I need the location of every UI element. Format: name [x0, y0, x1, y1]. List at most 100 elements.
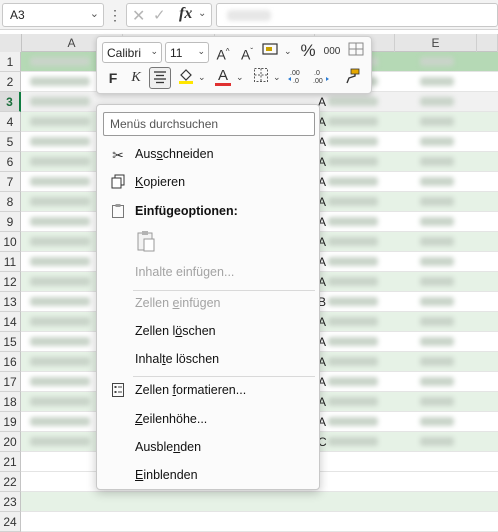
blurred-cell-content [420, 97, 454, 106]
name-box[interactable]: A3 ⌄ [2, 3, 104, 27]
row-header[interactable]: 3 [0, 92, 21, 112]
align-center-button[interactable] [149, 67, 171, 89]
scissors-icon: ✂ [112, 147, 124, 163]
menu-item-unhide-label: Einblenden [135, 468, 198, 482]
table-row[interactable] [21, 492, 498, 511]
row-header[interactable]: 4 [0, 112, 21, 132]
table-row[interactable] [21, 512, 498, 531]
grow-font-icon[interactable]: A^ [212, 41, 234, 63]
row-header[interactable]: 5 [0, 132, 21, 152]
bold-button[interactable]: F [102, 67, 124, 89]
blurred-cell-content [420, 117, 454, 126]
column-header-f[interactable] [477, 34, 498, 52]
svg-text:.0: .0 [314, 70, 320, 77]
confirm-icon[interactable]: ✓ [153, 6, 166, 24]
menu-item-delete-cells-label: Zellen löschen [135, 324, 216, 338]
menu-item-cut[interactable]: ✂ Ausschneiden [98, 142, 320, 168]
menu-search-input[interactable]: Menüs durchsuchen [103, 112, 315, 136]
more-options-icon[interactable]: ⋮ [108, 4, 122, 26]
font-name-value: Calibri [107, 46, 142, 60]
row-header[interactable]: 7 [0, 172, 21, 192]
menu-item-copy[interactable]: Kopieren [98, 170, 320, 196]
blurred-cell-content [328, 297, 378, 306]
menu-item-clear-contents[interactable]: Inhalte löschen [98, 347, 320, 373]
decrease-decimal-icon[interactable]: .0.00 [310, 67, 332, 89]
row-header[interactable]: 19 [0, 412, 21, 432]
font-size-value: 11 [170, 46, 183, 60]
blurred-cell-content [420, 377, 454, 386]
percent-style-icon[interactable]: % [297, 40, 319, 62]
row-header[interactable]: 6 [0, 152, 21, 172]
formula-input[interactable] [216, 3, 498, 27]
insert-function-icon[interactable]: fx [179, 5, 192, 23]
shrink-font-icon[interactable]: Aˇ [236, 41, 258, 63]
menu-item-row-height[interactable]: Zeilenhöhe... [98, 407, 320, 433]
merge-center-icon[interactable] [345, 41, 367, 63]
menu-item-hide-label: Ausblenden [135, 440, 202, 454]
row-header[interactable]: 24 [0, 512, 21, 532]
format-painter-icon[interactable] [341, 67, 363, 89]
blurred-cell-content [420, 177, 454, 186]
blurred-cell-content [328, 257, 378, 266]
row-header[interactable]: 22 [0, 472, 21, 492]
row-header[interactable]: 13 [0, 292, 21, 312]
row-header[interactable]: 23 [0, 492, 21, 512]
row-header[interactable]: 9 [0, 212, 21, 232]
row-header[interactable]: 14 [0, 312, 21, 332]
menu-item-delete-cells[interactable]: Zellen löschen [98, 319, 320, 345]
menu-item-paste-special[interactable]: Inhalte einfügen... [98, 260, 320, 286]
paste-option-clipboard-icon[interactable] [135, 229, 157, 253]
increase-decimal-icon[interactable]: .00.0 [286, 67, 308, 89]
chevron-down-icon: ⌄ [197, 46, 205, 56]
blurred-cell-content [30, 337, 90, 346]
cancel-icon[interactable]: ✕ [132, 6, 145, 26]
row-header[interactable]: 11 [0, 252, 21, 272]
menu-item-format-cells[interactable]: Zellen formatieren... [98, 378, 320, 404]
chevron-down-icon[interactable]: ⌄ [273, 72, 281, 83]
font-size-select[interactable]: 11 ⌄ [165, 42, 209, 63]
blurred-cell-content [420, 417, 454, 426]
comma-style-icon[interactable]: 000 [321, 41, 343, 63]
row-header[interactable]: 17 [0, 372, 21, 392]
select-all-corner[interactable] [0, 34, 22, 52]
svg-text:.00: .00 [313, 78, 323, 85]
menu-item-unhide[interactable]: Einblenden [98, 463, 320, 489]
row-header[interactable]: 20 [0, 432, 21, 452]
chevron-down-icon: ⌄ [150, 46, 158, 56]
blurred-cell-content [30, 257, 90, 266]
blurred-cell-content [328, 337, 378, 346]
row-header[interactable]: 18 [0, 392, 21, 412]
font-color-icon[interactable]: A [212, 65, 234, 87]
italic-button[interactable]: K [125, 67, 147, 89]
paste-options-label: Einfügeoptionen: [135, 204, 238, 218]
blurred-cell-content [328, 117, 378, 126]
row-header[interactable]: 15 [0, 332, 21, 352]
blurred-cell-content [328, 317, 378, 326]
borders-icon[interactable] [250, 67, 272, 89]
fill-color-icon[interactable] [175, 67, 197, 89]
row-header[interactable]: 2 [0, 72, 21, 92]
chevron-down-icon[interactable]: ⌄ [236, 72, 244, 83]
row-header[interactable]: 21 [0, 452, 21, 472]
context-menu: Menüs durchsuchen ✂ Ausschneiden Kopiere… [96, 104, 320, 490]
blurred-cell-content [30, 297, 90, 306]
row-header[interactable]: 16 [0, 352, 21, 372]
font-name-select[interactable]: Calibri ⌄ [102, 42, 162, 63]
chevron-down-icon[interactable]: ⌄ [198, 72, 206, 83]
menu-item-hide[interactable]: Ausblenden [98, 435, 320, 461]
blurred-cell-content [328, 97, 378, 106]
row-header[interactable]: 1 [0, 52, 21, 72]
number-format-icon[interactable] [260, 41, 282, 63]
menu-separator [133, 376, 315, 377]
chevron-down-icon[interactable]: ⌄ [284, 46, 292, 57]
row-header[interactable]: 8 [0, 192, 21, 212]
blurred-cell-content [328, 197, 378, 206]
menu-item-format-cells-label: Zellen formatieren... [135, 383, 247, 397]
blurred-cell-content [30, 317, 90, 326]
column-header-e[interactable]: E [395, 34, 477, 52]
row-header[interactable]: 12 [0, 272, 21, 292]
row-header[interactable]: 10 [0, 232, 21, 252]
menu-item-insert-cells[interactable]: Zellen einfügen [98, 291, 320, 317]
chevron-down-icon[interactable]: ⌄ [90, 7, 99, 20]
chevron-down-icon[interactable]: ⌄ [198, 8, 206, 19]
